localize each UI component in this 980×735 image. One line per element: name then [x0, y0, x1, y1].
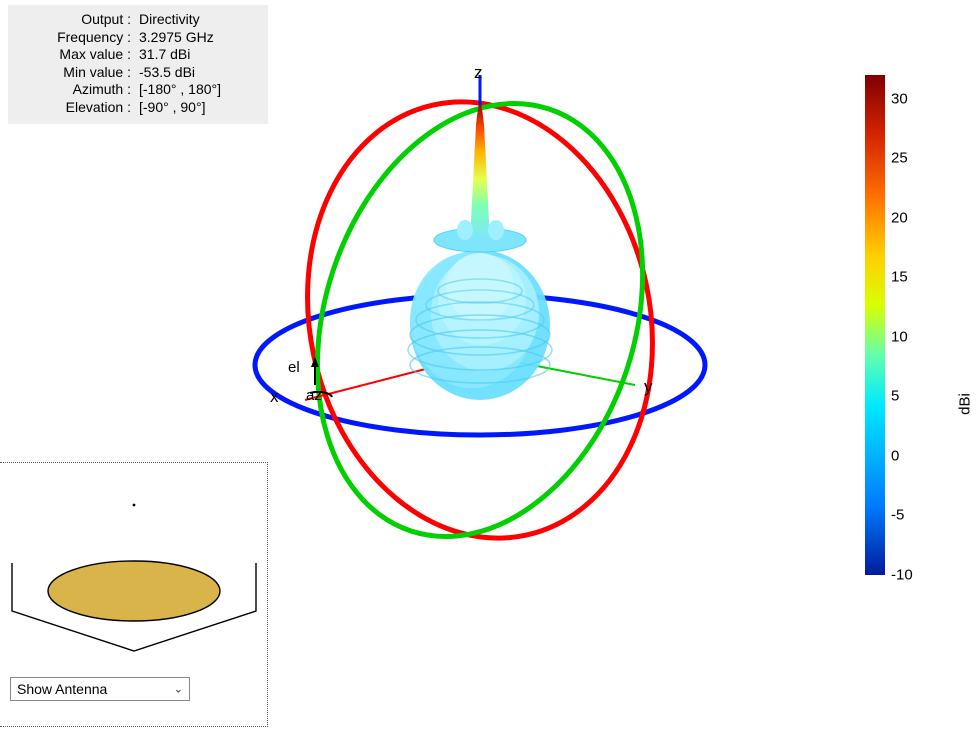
show-antenna-dropdown[interactable]: Show Antenna ⌄ — [10, 677, 190, 701]
main-lobe-spike — [457, 104, 504, 240]
radiation-pattern-3d-plot[interactable]: z x y az el — [210, 65, 770, 595]
antenna-patch — [48, 561, 220, 621]
colorbar-unit-label: dBi — [957, 393, 974, 415]
antenna-inset-panel: Show Antenna ⌄ — [0, 462, 268, 727]
info-label: Min value : — [20, 64, 135, 82]
radiation-pattern-body — [408, 228, 552, 400]
axis-label-x: x — [270, 387, 279, 407]
info-value: [-180° , 180°] — [135, 81, 221, 99]
axis-label-el: el — [288, 359, 300, 376]
info-label: Max value : — [20, 46, 135, 64]
colorbar-gradient — [865, 75, 885, 575]
info-value: 31.7 dBi — [135, 46, 190, 64]
colorbar-tick: 5 — [891, 388, 899, 405]
show-antenna-value: Show Antenna — [17, 681, 107, 697]
colorbar-tick: -5 — [891, 507, 904, 524]
info-label: Output : — [20, 11, 135, 29]
info-label: Frequency : — [20, 29, 135, 47]
info-value: Directivity — [135, 11, 200, 29]
axis-label-az: az — [306, 387, 322, 404]
info-label: Azimuth : — [20, 81, 135, 99]
info-value: [-90° , 90°] — [135, 99, 205, 117]
info-row-frequency: Frequency : 3.2975 GHz — [20, 29, 256, 47]
axis-label-z: z — [474, 63, 483, 83]
colorbar-tick: 15 — [891, 269, 908, 286]
colorbar-tick: 30 — [891, 90, 908, 107]
colorbar: 30 25 20 15 10 5 0 -5 -10 — [865, 60, 955, 590]
info-row-output: Output : Directivity — [20, 11, 256, 29]
axis-label-y: y — [644, 377, 653, 397]
info-value: -53.5 dBi — [135, 64, 195, 82]
info-label: Elevation : — [20, 99, 135, 117]
chevron-down-icon: ⌄ — [174, 683, 183, 696]
colorbar-tick: -10 — [891, 567, 913, 584]
ground-top-dot — [133, 504, 136, 507]
colorbar-tick: 25 — [891, 150, 908, 167]
info-value: 3.2975 GHz — [135, 29, 214, 47]
plot-svg — [210, 65, 770, 595]
colorbar-tick: 20 — [891, 209, 908, 226]
colorbar-ticks: 30 25 20 15 10 5 0 -5 -10 — [885, 60, 935, 590]
colorbar-tick: 0 — [891, 447, 899, 464]
colorbar-tick: 10 — [891, 328, 908, 345]
info-row-max: Max value : 31.7 dBi — [20, 46, 256, 64]
